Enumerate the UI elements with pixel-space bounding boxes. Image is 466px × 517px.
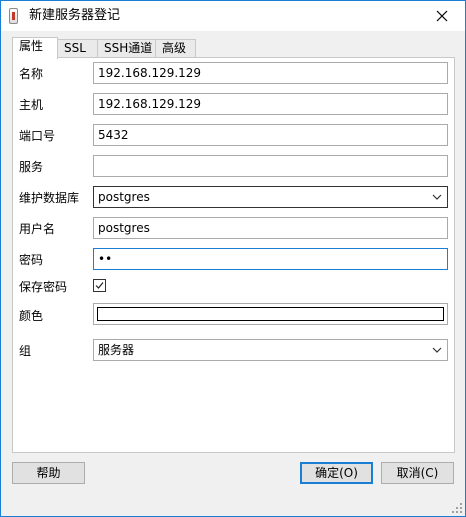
checkmark-icon bbox=[95, 282, 104, 289]
close-button[interactable] bbox=[419, 1, 465, 31]
name-label: 名称 bbox=[19, 67, 44, 81]
host-label: 主机 bbox=[19, 98, 44, 112]
service-field[interactable] bbox=[93, 155, 448, 177]
tab-ssh-tunnel[interactable]: SSH通道 bbox=[97, 39, 156, 57]
color-swatch bbox=[97, 307, 444, 321]
group-label: 组 bbox=[19, 344, 32, 358]
host-field[interactable]: 192.168.129.129 bbox=[93, 93, 448, 115]
group-value: 服务器 bbox=[98, 343, 135, 357]
tab-ssl[interactable]: SSL bbox=[57, 39, 100, 57]
tab-properties[interactable]: 属性 bbox=[12, 37, 58, 59]
window-title: 新建服务器登记 bbox=[29, 8, 121, 23]
close-icon bbox=[436, 10, 448, 22]
port-field[interactable]: 5432 bbox=[93, 124, 448, 146]
resize-grip-icon[interactable] bbox=[452, 503, 462, 513]
new-server-dialog: 新建服务器登记 属性 SSL SSH通道 高级 名称 192.168.129.1… bbox=[0, 0, 466, 517]
service-label: 服务 bbox=[19, 160, 44, 174]
password-field[interactable]: •• bbox=[93, 248, 448, 270]
chevron-down-icon bbox=[432, 194, 442, 200]
username-label: 用户名 bbox=[19, 222, 56, 236]
save-password-checkbox[interactable] bbox=[93, 279, 106, 292]
maintenance-db-value: postgres bbox=[98, 190, 150, 204]
chevron-down-icon bbox=[432, 347, 442, 353]
title-bar[interactable]: 新建服务器登记 bbox=[1, 1, 465, 31]
port-label: 端口号 bbox=[19, 129, 56, 143]
maintenance-db-label: 维护数据库 bbox=[19, 191, 80, 205]
name-field[interactable]: 192.168.129.129 bbox=[93, 62, 448, 84]
color-picker[interactable] bbox=[93, 303, 448, 325]
cancel-button[interactable]: 取消(C) bbox=[381, 462, 454, 484]
maintenance-db-select[interactable]: postgres bbox=[93, 186, 448, 208]
app-icon bbox=[9, 8, 18, 24]
save-password-label: 保存密码 bbox=[19, 280, 68, 294]
help-button[interactable]: 帮助 bbox=[12, 462, 85, 484]
tab-advanced[interactable]: 高级 bbox=[155, 39, 196, 57]
color-label: 颜色 bbox=[19, 309, 44, 323]
username-field[interactable]: postgres bbox=[93, 217, 448, 239]
password-label: 密码 bbox=[19, 253, 44, 267]
ok-button[interactable]: 确定(O) bbox=[300, 462, 373, 484]
group-select[interactable]: 服务器 bbox=[93, 339, 448, 361]
